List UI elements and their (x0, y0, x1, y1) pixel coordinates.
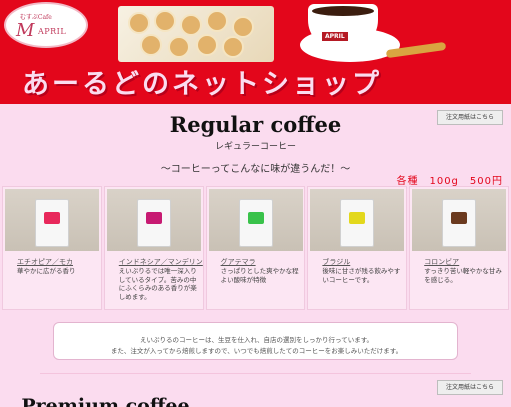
product-photo[interactable] (412, 189, 507, 251)
product-description: さっぱりとした爽やかな程よい酸味が特徴 (220, 267, 299, 284)
notice-line-1: えいぷりるのコーヒーは、生豆を仕入れ、自店の選別をしっかり行っています。 (139, 336, 374, 344)
product-card[interactable]: エチオピア／モカ 華やかに広がる香り (2, 186, 102, 310)
waffle-icon (168, 36, 190, 58)
coffee-bag-icon (238, 199, 273, 247)
section-title-regular: Regular coffee (169, 112, 342, 137)
notice-line-2: また、注文が入ってから焙煎しますので、いつでも焙煎したてのコーヒーをお楽しみいた… (110, 347, 403, 355)
bag-label (349, 212, 366, 224)
coffee-bag-icon (35, 199, 69, 247)
product-description: 華やかに広がる香り (17, 267, 76, 275)
coffee-surface-icon (312, 6, 374, 16)
coffee-bag-icon (340, 199, 375, 247)
product-description: すっきり苦い軽やかな甘みを感じる。 (424, 267, 502, 284)
bag-label (451, 212, 468, 224)
cup-brand-label: APRIL (322, 32, 348, 41)
waffle-icon (232, 16, 254, 38)
logo-monogram: M (16, 20, 35, 41)
section-divider (40, 373, 471, 374)
waffle-icon (206, 10, 228, 32)
coffee-bag-icon (442, 199, 477, 247)
coffee-bag-icon (136, 199, 171, 247)
product-description: えいぷりるでは唯一深入りしているタイプ。苦みの中にふくらみのある香りが楽しめます… (118, 267, 197, 301)
product-card[interactable]: ブラジル 後味に甘さが残る飲みやすいコーヒーです。 (307, 186, 408, 310)
product-list: エチオピア／モカ 華やかに広がる香り インドネシア／マンデリン えいぷりるでは唯… (2, 186, 509, 310)
waffle-icon (196, 34, 218, 56)
product-photo[interactable] (310, 189, 405, 251)
product-card[interactable]: インドネシア／マンデリン えいぷりるでは唯一深入りしているタイプ。苦みの中にふく… (103, 186, 204, 310)
product-name[interactable]: ブラジル (322, 257, 350, 267)
waffles-photo (118, 6, 274, 62)
section-title-premium: Premium coffee (21, 395, 190, 407)
product-photo[interactable] (106, 189, 201, 251)
product-card[interactable]: グアテマラ さっぱりとした爽やかな程よい酸味が特徴 (205, 186, 306, 310)
header-banner: むすぶCafe M APRIL APRIL あーるどのネットショップ (0, 0, 511, 104)
waffle-icon (222, 36, 244, 58)
order-form-button-premium[interactable]: 注文用紙はこちら (437, 380, 503, 395)
price-info: 各種 100g 500円 (396, 176, 503, 187)
waffle-icon (180, 14, 202, 36)
section-subtitle-regular: レギュラーコーヒー (214, 142, 296, 152)
bag-label (145, 212, 162, 224)
bag-label (44, 212, 60, 224)
product-photo[interactable] (208, 189, 303, 251)
waffle-icon (140, 34, 162, 56)
coffee-cup-photo: APRIL (282, 0, 511, 64)
logo-name: APRIL (38, 27, 67, 36)
waffle-icon (154, 10, 176, 32)
product-photo[interactable] (5, 189, 99, 251)
waffle-icon (128, 12, 150, 34)
bag-label (247, 212, 264, 224)
product-name[interactable]: コロンビア (424, 257, 459, 267)
notice-box: えいぷりるのコーヒーは、生豆を仕入れ、自店の選別をしっかり行っています。 また、… (53, 322, 458, 360)
product-description: 後味に甘さが残る飲みやすいコーヒーです。 (322, 267, 401, 284)
product-card[interactable]: コロンビア すっきり苦い軽やかな甘みを感じる。 (409, 186, 509, 310)
product-name[interactable]: グアテマラ (221, 257, 256, 267)
product-name[interactable]: インドネシア／マンデリン (119, 257, 203, 267)
shop-title: あーるどのネットショップ (22, 69, 382, 100)
product-name[interactable]: エチオピア／モカ (17, 257, 73, 267)
shop-logo[interactable]: むすぶCafe M APRIL (4, 2, 88, 48)
